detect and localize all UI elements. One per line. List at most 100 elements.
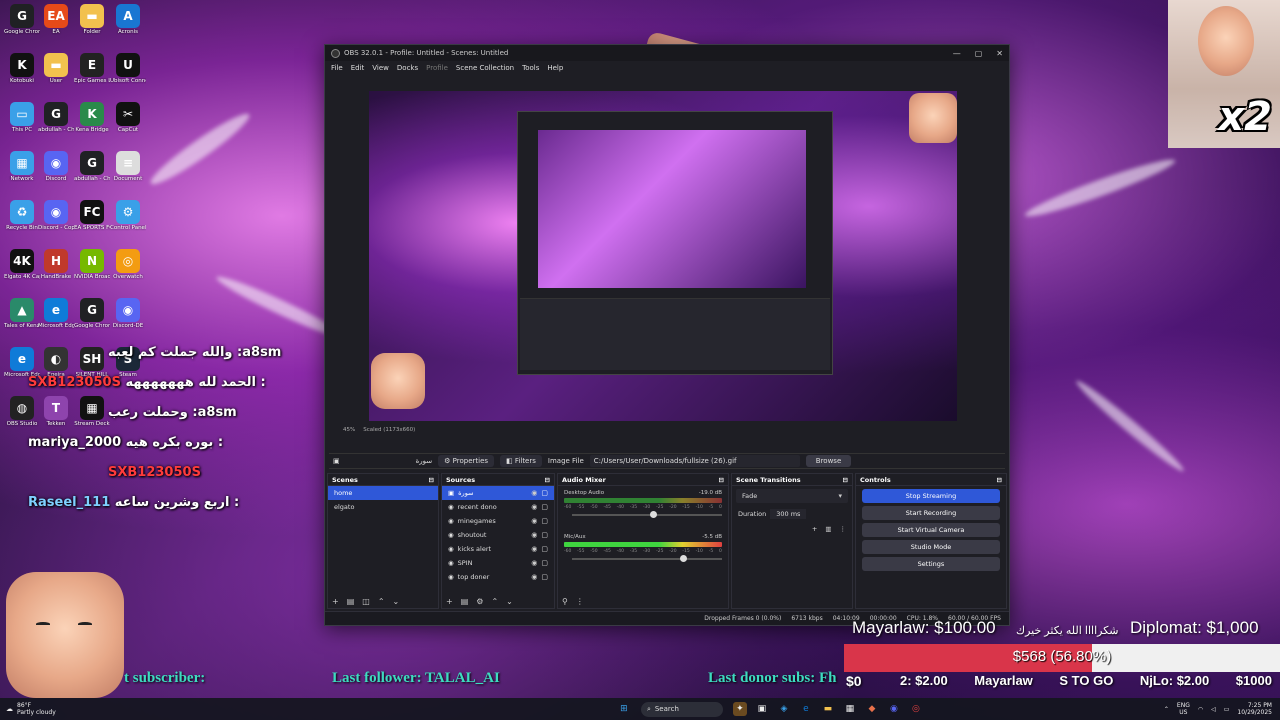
discord-icon[interactable]: ◉: [887, 702, 901, 716]
desktop-icon[interactable]: ◉ Discord-DE: [110, 298, 146, 329]
down-icon[interactable]: ⌄: [506, 597, 513, 606]
lock-icon[interactable]: ▢: [541, 545, 548, 553]
start-recording-button[interactable]: Start Recording: [862, 506, 1000, 520]
studio-mode-button[interactable]: Studio Mode: [862, 540, 1000, 554]
start-icon[interactable]: ⊞: [617, 702, 631, 716]
add-icon[interactable]: +: [446, 597, 453, 606]
source-item[interactable]: ▣ سورة ◉ ▢: [442, 486, 554, 500]
desktop-icon[interactable]: FCEA SPORTS FC 25: [74, 200, 110, 231]
eye-icon[interactable]: ◉: [531, 559, 537, 567]
desktop-icon[interactable]: Gabdullah - Chrome: [38, 102, 74, 133]
up-icon[interactable]: ⌃: [378, 597, 385, 606]
desktop-icon[interactable]: H HandBrake: [38, 249, 74, 280]
file-explorer-icon[interactable]: ▬: [821, 702, 835, 716]
source-item[interactable]: ◉ shoutout ◉ ▢: [442, 528, 554, 542]
add-icon[interactable]: +: [332, 597, 339, 606]
zoom-level[interactable]: 45%: [343, 427, 355, 433]
slider-knob[interactable]: [650, 511, 657, 518]
trash-icon[interactable]: ▥: [825, 525, 831, 533]
desktop-icon[interactable]: ▦ Network: [4, 151, 40, 182]
browse-button[interactable]: Browse: [805, 455, 852, 467]
desktop-icon[interactable]: UUbisoft Connect: [110, 53, 146, 84]
store-icon[interactable]: ▦: [843, 702, 857, 716]
filter-icon[interactable]: ◫: [362, 597, 370, 606]
desktop-icon[interactable]: ◉ Discord: [38, 151, 74, 182]
language-indicator[interactable]: ENG US: [1177, 702, 1190, 716]
task-view-icon[interactable]: ▣: [755, 702, 769, 716]
dock-menu-icon[interactable]: ⊟: [843, 476, 848, 484]
brave-icon[interactable]: ◆: [865, 702, 879, 716]
lock-icon[interactable]: ▢: [541, 559, 548, 567]
settings-icon[interactable]: ⚙: [476, 597, 483, 606]
desktop-icon[interactable]: GGoogle Chrome: [74, 298, 110, 329]
desktop-icon[interactable]: ◉Discord - Copy: [38, 200, 74, 231]
lock-icon[interactable]: ▢: [541, 531, 548, 539]
minimize-icon[interactable]: —: [953, 49, 961, 58]
source-item[interactable]: ◉ minegames ◉ ▢: [442, 514, 554, 528]
clock[interactable]: 7:25 PM 10/29/2025: [1237, 702, 1272, 716]
source-item[interactable]: ◉ top doner ◉ ▢: [442, 570, 554, 584]
desktop-icon[interactable]: ♻ Recycle Bin: [4, 200, 40, 231]
lock-icon[interactable]: ▢: [541, 517, 548, 525]
menu-item-file[interactable]: File: [331, 64, 343, 72]
edge-icon[interactable]: e: [799, 702, 813, 716]
source-item[interactable]: ◉ kicks alert ◉ ▢: [442, 542, 554, 556]
desktop-icon[interactable]: A Acronis: [110, 4, 146, 35]
remove-icon[interactable]: ▤: [347, 597, 355, 606]
dock-menu-icon[interactable]: ⊟: [429, 476, 434, 484]
eye-icon[interactable]: ◉: [531, 489, 537, 497]
eye-icon[interactable]: ◉: [531, 503, 537, 511]
stop-streaming-button[interactable]: Stop Streaming: [862, 489, 1000, 503]
lock-icon[interactable]: ▢: [541, 503, 548, 511]
weather-widget[interactable]: ☁ 86°F Partly cloudy: [6, 702, 126, 716]
program-preview[interactable]: [369, 91, 957, 421]
desktop-icon[interactable]: ▬ User: [38, 53, 74, 84]
desktop-icon[interactable]: K Kena Bridge: [74, 102, 110, 133]
up-icon[interactable]: ⌃: [491, 597, 498, 606]
search-box[interactable]: ⌕ Search: [640, 701, 723, 717]
desktop-icon[interactable]: 4KElgato 4K Capture: [4, 249, 40, 280]
menu-item-help[interactable]: Help: [547, 64, 563, 72]
scene-item[interactable]: elgato: [328, 500, 438, 514]
volume-slider[interactable]: [572, 511, 722, 518]
desktop-icon[interactable]: ▲Tales of Kenzera ZAU: [4, 298, 40, 329]
menu-item-docks[interactable]: Docks: [397, 64, 418, 72]
duration-field[interactable]: 300 ms: [770, 509, 807, 519]
source-item[interactable]: ◉ recent dono ◉ ▢: [442, 500, 554, 514]
desktop-icon[interactable]: ⚙ Control Panel: [110, 200, 146, 231]
menu-item-view[interactable]: View: [372, 64, 389, 72]
desktop-icon[interactable]: ▬ Folder: [74, 4, 110, 35]
volume-slider[interactable]: [572, 555, 722, 562]
desktop-icon[interactable]: eMicrosoft Edge: [38, 298, 74, 329]
lock-icon[interactable]: ▢: [541, 489, 548, 497]
widget-icon[interactable]: ✦: [732, 702, 747, 716]
menu-item-tools[interactable]: Tools: [522, 64, 539, 72]
tray-chevron-icon[interactable]: ⌃: [1164, 706, 1169, 713]
menu-item-scene-collection[interactable]: Scene Collection: [456, 64, 514, 72]
eye-icon[interactable]: ◉: [531, 573, 537, 581]
desktop-icon[interactable]: GGoogle Chrome: [4, 4, 40, 35]
properties-button[interactable]: ⚙ Properties: [438, 455, 495, 467]
eye-icon[interactable]: ◉: [531, 531, 537, 539]
desktop-icon[interactable]: ▭ This PC: [4, 102, 40, 133]
down-icon[interactable]: ⌄: [393, 597, 400, 606]
obs-titlebar[interactable]: OBS 32.0.1 - Profile: Untitled - Scenes:…: [325, 45, 1009, 61]
settings-button[interactable]: Settings: [862, 557, 1000, 571]
desktop-icon[interactable]: EEpic Games Launcher: [74, 53, 110, 84]
eye-icon[interactable]: ◉: [531, 517, 537, 525]
slider-knob[interactable]: [680, 555, 687, 562]
dock-menu-icon[interactable]: ⊟: [997, 476, 1002, 484]
maximize-icon[interactable]: ▢: [975, 49, 983, 58]
wifi-icon[interactable]: ◠: [1198, 706, 1203, 713]
filters-button[interactable]: ◧ Filters: [500, 455, 542, 467]
link-icon[interactable]: ⚲: [562, 597, 568, 606]
transition-select[interactable]: Fade ▾: [736, 489, 848, 503]
menu-item-edit[interactable]: Edit: [351, 64, 365, 72]
eye-icon[interactable]: ◉: [531, 545, 537, 553]
lock-icon[interactable]: ▢: [541, 573, 548, 581]
more-icon[interactable]: ⋮: [576, 597, 584, 606]
dock-menu-icon[interactable]: ⊟: [545, 476, 550, 484]
battery-icon[interactable]: ▭: [1224, 706, 1230, 713]
desktop-icon[interactable]: Gabdullah - Chrome (1): [74, 151, 110, 182]
desktop-icon[interactable]: K Kotobuki: [4, 53, 40, 84]
